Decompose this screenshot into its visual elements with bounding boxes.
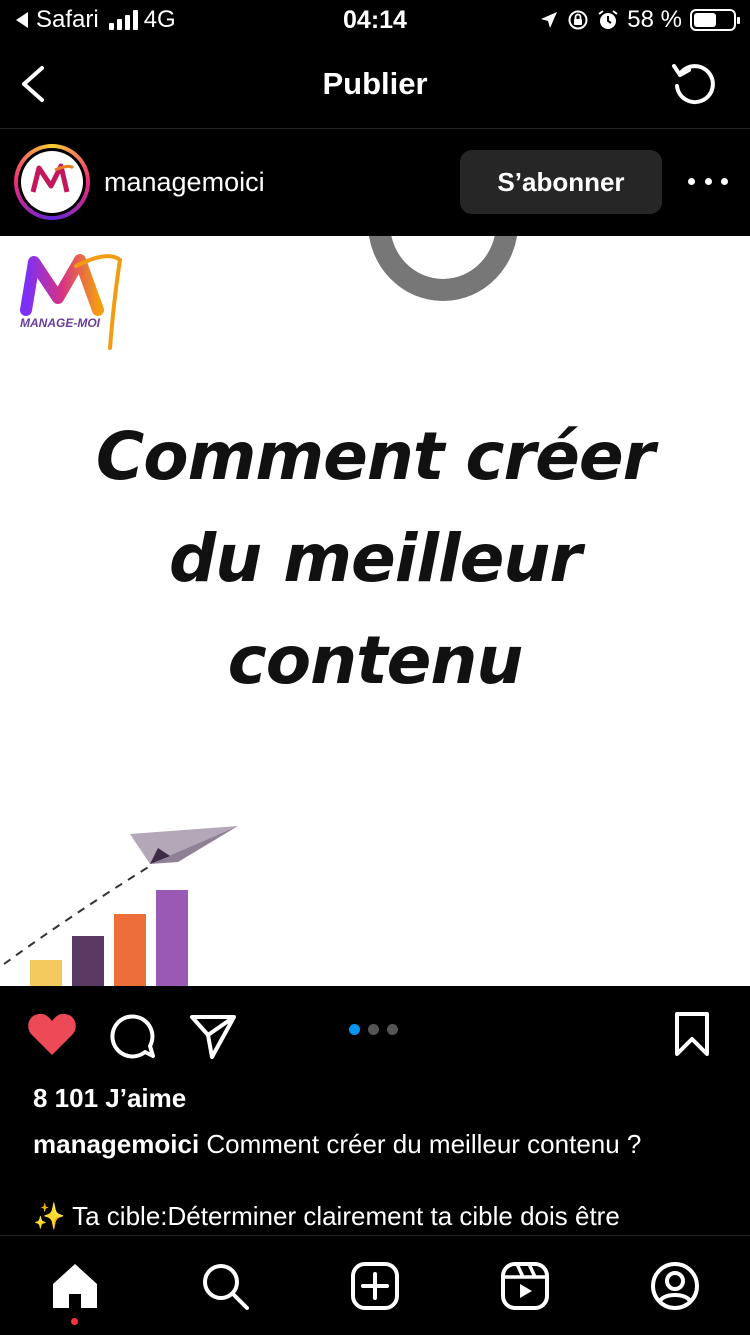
carousel-indicator — [349, 1024, 398, 1035]
brand-text: MANAGE-MOI — [20, 316, 100, 330]
page-title: Publier — [322, 66, 428, 101]
heading-line: du meilleur — [169, 520, 582, 597]
more-options-icon[interactable] — [688, 169, 728, 193]
notification-dot — [71, 1318, 78, 1325]
brand-logo-icon — [30, 163, 75, 193]
comment-icon[interactable] — [107, 1011, 157, 1061]
profile-icon[interactable] — [649, 1260, 701, 1312]
tab-bar — [0, 1235, 750, 1335]
brand-logo — [20, 254, 123, 350]
alarm-icon — [598, 10, 618, 29]
post-caption: managemoici Comment créer du meilleur co… — [33, 1129, 733, 1160]
heading-line: contenu — [227, 622, 524, 699]
status-bar: Safari 4G 04:14 58 % — [0, 0, 750, 40]
send-icon[interactable] — [188, 1011, 238, 1061]
follow-button[interactable]: S’abonner — [460, 150, 662, 214]
post-actions — [0, 987, 750, 1082]
bookmark-icon[interactable] — [672, 1011, 712, 1057]
post-username[interactable]: managemoici — [104, 167, 265, 198]
battery-fill — [694, 13, 716, 27]
heart-filled-icon[interactable] — [27, 1011, 77, 1057]
caption-text: Comment créer du meilleur contenu ? — [206, 1129, 642, 1159]
carousel-dot — [368, 1024, 379, 1035]
orientation-lock-icon — [568, 10, 588, 30]
decorative-ring — [368, 236, 518, 301]
growth-chart-illustration — [3, 826, 238, 986]
battery-icon — [690, 9, 740, 31]
search-icon[interactable] — [199, 1260, 251, 1312]
carousel-dot — [349, 1024, 360, 1035]
heading-line: Comment créer — [95, 418, 655, 495]
refresh-icon[interactable] — [668, 58, 720, 110]
home-icon[interactable] — [49, 1260, 101, 1312]
location-icon — [541, 12, 558, 28]
image-heading: Comment créer du meilleur contenu — [0, 406, 750, 712]
caption-username[interactable]: managemoici — [33, 1129, 199, 1159]
create-icon[interactable] — [349, 1260, 401, 1312]
avatar[interactable] — [14, 144, 90, 220]
battery-percent: 58 % — [627, 6, 682, 33]
post-header: managemoici S’abonner — [0, 129, 750, 235]
reels-icon[interactable] — [499, 1260, 551, 1312]
carousel-dot — [387, 1024, 398, 1035]
status-right: 58 % — [539, 6, 740, 34]
caption-line: ✨ Ta cible:Déterminer clairement ta cibl… — [33, 1201, 620, 1231]
likes-count[interactable]: 8 101 J’aime — [33, 1083, 186, 1114]
nav-bar: Publier — [0, 40, 750, 129]
post-image[interactable]: MANAGE-MOI Comment créer du meilleur con… — [0, 236, 750, 986]
